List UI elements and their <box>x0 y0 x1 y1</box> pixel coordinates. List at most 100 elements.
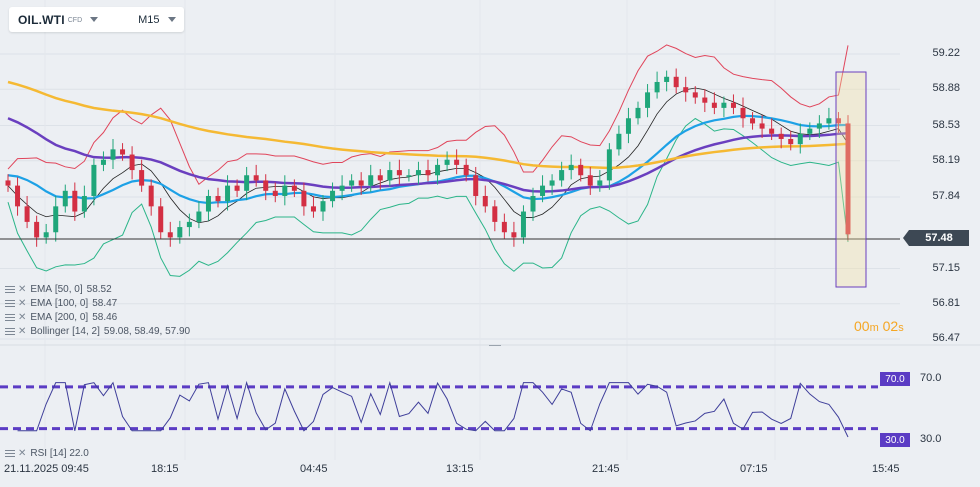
time-axis-label: 04:45 <box>300 463 328 475</box>
candle-body <box>368 175 374 186</box>
candle-body <box>406 175 412 177</box>
close-icon[interactable]: ✕ <box>18 448 26 459</box>
current-price-badge: 57.48 <box>903 230 969 246</box>
candle-body <box>597 180 603 186</box>
time-axis-label: 13:15 <box>446 463 474 475</box>
candle-body <box>511 232 517 238</box>
candle-countdown: 00m 02s <box>854 318 904 334</box>
highlight-box <box>835 71 867 288</box>
candle-body <box>549 180 555 186</box>
candle-body <box>683 87 689 93</box>
candle-body <box>387 170 393 181</box>
symbol-label: OIL.WTI <box>18 12 65 27</box>
candle-body <box>664 76 670 82</box>
candle-body <box>673 76 679 88</box>
candle-body <box>625 118 631 134</box>
price-axis-label: 58.19 <box>932 153 960 166</box>
candle-body <box>62 190 68 207</box>
price-axis-label: 57.84 <box>932 190 960 203</box>
candle-body <box>492 206 498 222</box>
candle-body <box>330 190 336 202</box>
candlesticks <box>5 68 851 247</box>
indicator-legend-0[interactable]: ✕ EMA [50, 0] 58.52 <box>5 284 112 295</box>
price-axis-label: 57.15 <box>932 261 960 274</box>
candle-body <box>53 206 59 233</box>
candle-body <box>349 180 355 186</box>
instrument-type: CFD <box>67 17 83 24</box>
rsi-axis-30: 30.0 <box>920 433 942 445</box>
candle-body <box>702 97 708 103</box>
settings-icon[interactable] <box>5 327 15 336</box>
price-axis-label: 58.53 <box>932 118 960 131</box>
price-grid <box>0 0 900 460</box>
close-icon[interactable]: ✕ <box>18 326 26 337</box>
candle-body <box>587 175 593 186</box>
settings-icon[interactable] <box>5 285 15 294</box>
indicator-legend-3[interactable]: ✕ Bollinger [14, 2] 59.08, 58.49, 57.90 <box>5 326 190 337</box>
candle-body <box>15 185 21 207</box>
candle-body <box>72 190 78 212</box>
candle-body <box>616 133 622 150</box>
price-axis-label: 59.22 <box>932 47 960 59</box>
candle-body <box>24 206 30 222</box>
indicator-legend-1[interactable]: ✕ EMA [100, 0] 58.47 <box>5 298 117 309</box>
settings-icon[interactable] <box>5 449 15 458</box>
chart-canvas[interactable] <box>0 0 980 487</box>
candle-body <box>139 170 145 186</box>
candle-body <box>196 211 202 222</box>
timeframe-label[interactable]: M15 <box>138 14 159 26</box>
candle-body <box>473 175 479 196</box>
instrument-selector[interactable]: OIL.WTI CFD M15 <box>9 7 184 32</box>
rsi-pane <box>0 380 878 438</box>
candle-body <box>444 159 450 165</box>
candle-body <box>263 180 269 191</box>
rsi-legend[interactable]: ✕ RSI [14] 22.0 <box>5 448 89 459</box>
candle-body <box>282 185 288 196</box>
rsi-upper-level-badge[interactable]: 70.0 <box>880 372 910 386</box>
candle-body <box>186 221 192 228</box>
chevron-down-icon[interactable] <box>167 17 176 22</box>
rsi-lower-level-badge[interactable]: 30.0 <box>880 433 910 447</box>
candle-body <box>635 107 641 119</box>
candle-body <box>540 185 546 196</box>
candle-body <box>234 185 240 191</box>
candle-body <box>43 232 49 238</box>
candle-body <box>358 180 364 186</box>
close-icon[interactable]: ✕ <box>18 298 26 309</box>
candle-body <box>339 185 345 191</box>
candle-body <box>807 128 813 134</box>
candle-body <box>244 175 250 191</box>
settings-icon[interactable] <box>5 299 15 308</box>
indicator-legend-2[interactable]: ✕ EMA [200, 0] 58.46 <box>5 312 117 323</box>
candle-body <box>568 164 574 171</box>
chevron-down-icon[interactable] <box>90 17 99 22</box>
price-axis-label: 56.47 <box>932 332 960 344</box>
price-axis-label: 56.81 <box>932 296 960 309</box>
ema-lines <box>7 80 849 205</box>
candle-body <box>769 128 775 134</box>
time-axis-label: 21:45 <box>592 463 620 475</box>
candle-body <box>454 159 460 165</box>
candle-body <box>158 206 164 233</box>
candle-body <box>396 170 402 176</box>
close-icon[interactable]: ✕ <box>18 284 26 295</box>
candle-body <box>463 164 469 176</box>
close-icon[interactable]: ✕ <box>18 312 26 323</box>
candle-body <box>826 118 832 124</box>
candle-body <box>816 123 822 129</box>
candle-body <box>721 102 727 108</box>
candle-body <box>34 221 40 238</box>
candle-body <box>520 211 526 238</box>
candle-body <box>177 227 183 238</box>
candle-body <box>788 138 794 145</box>
candle-body <box>91 164 97 196</box>
candle-body <box>148 185 154 207</box>
candle-body <box>482 195 488 207</box>
time-axis-label: 15:45 <box>872 463 900 475</box>
settings-icon[interactable] <box>5 313 15 322</box>
candle-body <box>81 195 87 212</box>
candle-body <box>578 164 584 176</box>
candle-body <box>205 195 211 212</box>
price-axis-label: 58.88 <box>932 82 960 95</box>
pane-resize-handle[interactable] <box>489 345 501 346</box>
